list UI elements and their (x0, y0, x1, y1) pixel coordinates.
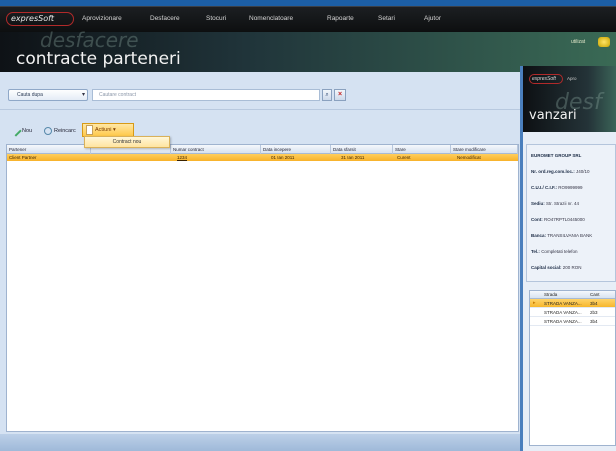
column-strada[interactable]: Strada (542, 291, 586, 299)
search-input[interactable]: Cautare contract (92, 89, 320, 101)
pencil-icon (10, 124, 22, 137)
logo-text: expresSoft (11, 14, 55, 23)
company-name: EUROMET GROUP SRL (531, 153, 615, 158)
cell-strada: STRADA VANZA... (544, 310, 582, 315)
menu-nomenclatoare[interactable]: Nomenclatoare (249, 15, 293, 22)
column-start-date[interactable]: Data incepere (261, 145, 331, 154)
user-icon[interactable] (598, 37, 610, 47)
chevron-down-icon: ▾ (113, 127, 116, 133)
cell-partner: Client Partner (9, 155, 37, 160)
menu-desfacere[interactable]: Desfacere (150, 15, 180, 22)
user-label: utilizat (571, 39, 586, 45)
cell-strada: STRADA VANZA... (544, 319, 582, 324)
column-end-date[interactable]: Data sfarsit (331, 145, 393, 154)
table-row[interactable]: STRADA VANZA... 3b4 (530, 317, 615, 326)
search-button[interactable]: ⌕ (322, 89, 332, 101)
search-icon: ⌕ (325, 92, 329, 98)
cell-status: Curent (397, 155, 411, 160)
current-row-icon: ▸ (533, 300, 536, 306)
cui-value: RO9999999 (558, 185, 583, 190)
bank-label: Banca: (531, 233, 547, 238)
sales-logo: expresSoft (529, 74, 563, 84)
reg-number-line: Nr. ord.reg.com.loc.: J40/10 (531, 169, 615, 174)
column-change-status[interactable]: Stare modificare (451, 145, 518, 154)
actions-button[interactable]: Actiuni ▾ (82, 123, 134, 137)
actions-label: Actiuni (95, 127, 112, 133)
phone-label: Tel.: (531, 249, 540, 254)
status-bar (0, 434, 520, 451)
table-header: Strada Cant (530, 291, 615, 299)
cui-label: C.U.I./ C.I.F.: (531, 185, 558, 190)
column-status[interactable]: Stare (393, 145, 451, 154)
cell-cant: 3b4 (590, 319, 598, 324)
capital-value: 200 RON (562, 265, 582, 270)
cell-end-date: 31 Ian 2011 (341, 155, 365, 160)
account-label: Cont: (531, 217, 543, 222)
column-contract-number[interactable]: Numar contract (171, 145, 261, 154)
new-button[interactable]: Nou (10, 124, 33, 138)
cell-blank (91, 154, 171, 161)
bank-line: Banca: TRANSILVANIA BANK (531, 233, 615, 238)
menu-aprovizionare[interactable]: Apro (567, 76, 577, 81)
page-title: vanzari (529, 108, 577, 123)
reg-number-value: J40/10 (576, 169, 590, 174)
cell-cant: 3b4 (590, 301, 598, 306)
sales-header: expresSoft Apro desf vanzari (523, 66, 616, 132)
page-title: contracte parteneri (16, 49, 181, 69)
bank-value: TRANSILVANIA BANK (547, 233, 593, 238)
refresh-button[interactable]: Reincarc (44, 124, 76, 138)
cui-line: C.U.I./ C.I.F.: RO9999999 (531, 185, 615, 190)
refresh-button-label: Reincarc (54, 128, 76, 134)
close-icon: × (337, 91, 343, 98)
cell-start-date: 01 Ian 2011 (271, 155, 295, 160)
chevron-down-icon: ▾ (81, 92, 85, 98)
column-cant[interactable]: Cant (588, 291, 614, 299)
clear-search-button[interactable]: × (334, 89, 346, 101)
menu-rapoarte[interactable]: Rapoarte (327, 15, 354, 22)
table-row[interactable]: ▸ STRADA VANZA... 3b4 (530, 299, 615, 308)
table-row[interactable]: STRADA VANZA... 2b3 (530, 308, 615, 317)
menu-setari[interactable]: Setari (378, 15, 395, 22)
document-icon (86, 125, 93, 135)
column-partener[interactable]: Partener (7, 145, 91, 154)
address-label: Sediu: (531, 201, 545, 206)
phone-line: Tel.: Completati telefon (531, 249, 615, 254)
table-row[interactable]: Client Partner 1234 01 Ian 2011 31 Ian 2… (7, 154, 518, 161)
address-line: Sediu: Str. Strazii nr. 44 (531, 201, 615, 206)
menu-ajutor[interactable]: Ajutor (424, 15, 441, 22)
contracts-table: Partener Numar contract Data incepere Da… (6, 144, 519, 432)
reg-number-label: Nr. ord.reg.com.loc.: (531, 169, 575, 174)
new-button-label: Nou (22, 128, 33, 134)
capital-line: Capital social: 200 RON (531, 265, 615, 270)
phone-value: Completati telefon (541, 249, 578, 254)
addresses-table: Strada Cant ▸ STRADA VANZA... 3b4 STRADA… (529, 290, 616, 446)
capital-label: Capital social: (531, 265, 562, 270)
account-value: RO47RPTL0445000 (544, 217, 585, 222)
company-name-value: EUROMET GROUP SRL (531, 153, 582, 158)
address-value: Str. Strazii nr. 44 (546, 201, 580, 206)
cell-change-status: Nemodificat (457, 155, 481, 160)
dropdown-item-new-contract[interactable]: Contract nou (84, 136, 170, 148)
refresh-icon (44, 126, 52, 135)
cell-contract-number[interactable]: 1234 (175, 154, 261, 161)
divider (0, 109, 520, 110)
cell-cant: 2b3 (590, 310, 598, 315)
account-line: Cont: RO47RPTL0445000 (531, 217, 615, 222)
app-logo: expresSoft (6, 12, 74, 26)
menu-stocuri[interactable]: Stocuri (206, 15, 226, 22)
filter-select[interactable]: Cauta dupa ▾ (8, 89, 88, 101)
sales-window: expresSoft Apro desf vanzari EUROMET GRO… (520, 66, 616, 451)
company-details-panel: EUROMET GROUP SRL Nr. ord.reg.com.loc.: … (526, 144, 616, 282)
filter-selected: Cauta dupa (17, 92, 43, 98)
menu-aprovizionare[interactable]: Aprovizionare (82, 15, 122, 22)
cell-strada: STRADA VANZA... (544, 301, 582, 306)
